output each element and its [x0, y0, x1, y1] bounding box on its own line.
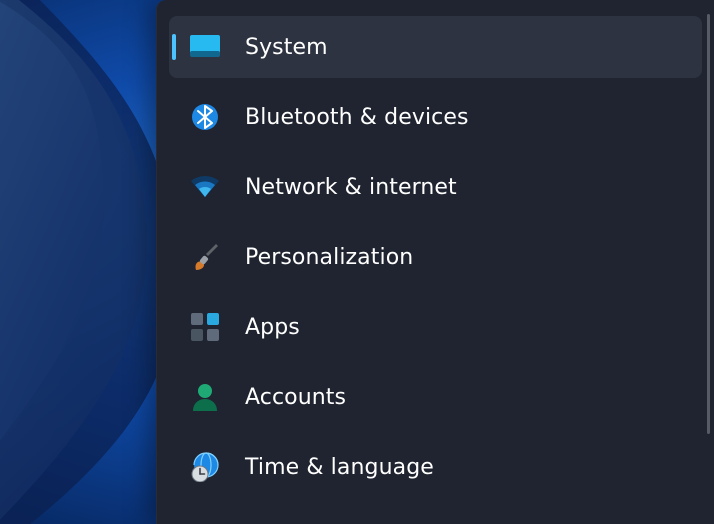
nav-item-label: Personalization: [245, 245, 413, 270]
settings-nav: System Bluetooth & devices: [157, 0, 714, 524]
nav-item-label: System: [245, 35, 328, 60]
nav-item-label: Bluetooth & devices: [245, 105, 469, 130]
nav-item-label: Network & internet: [245, 175, 457, 200]
person-icon: [189, 381, 221, 413]
nav-item-label: Accounts: [245, 385, 346, 410]
viewport: System Bluetooth & devices: [0, 0, 714, 524]
monitor-icon: [189, 31, 221, 63]
nav-item-network[interactable]: Network & internet: [169, 156, 702, 218]
apps-icon: [189, 311, 221, 343]
nav-item-personalization[interactable]: Personalization: [169, 226, 702, 288]
globe-clock-icon: [189, 451, 221, 483]
nav-item-accounts[interactable]: Accounts: [169, 366, 702, 428]
bluetooth-icon: [189, 101, 221, 133]
wifi-icon: [189, 171, 221, 203]
nav-item-apps[interactable]: Apps: [169, 296, 702, 358]
nav-item-bluetooth[interactable]: Bluetooth & devices: [169, 86, 702, 148]
nav-item-label: Apps: [245, 315, 300, 340]
paintbrush-icon: [189, 241, 221, 273]
nav-item-label: Time & language: [245, 455, 434, 480]
settings-sidebar-panel: System Bluetooth & devices: [156, 0, 714, 524]
scrollbar[interactable]: [707, 14, 710, 434]
nav-item-time[interactable]: Time & language: [169, 436, 702, 498]
nav-item-system[interactable]: System: [169, 16, 702, 78]
